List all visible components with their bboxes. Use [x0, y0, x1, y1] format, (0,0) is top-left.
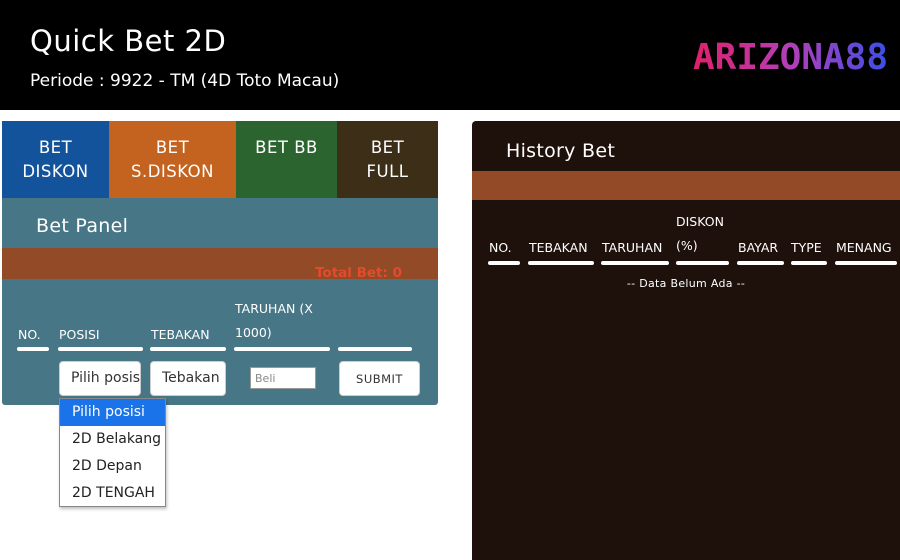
history-col-tebakan: TEBAKAN — [529, 240, 588, 255]
tab-bet-sdiskon[interactable]: BET S.DISKON — [109, 121, 236, 198]
tebakan-input[interactable]: Tebakan — [150, 361, 226, 396]
bet-panel-container: BET DISKON BET S.DISKON BET BB BET FULL … — [2, 121, 438, 405]
history-col-bayar: BAYAR — [738, 240, 779, 255]
column-underline — [58, 347, 143, 351]
tab-label-line2: S.DISKON — [130, 162, 214, 181]
history-col-menang: MENANG — [836, 240, 892, 255]
column-header-no: NO. — [18, 327, 41, 342]
diskon-header-line2: (%) — [676, 238, 698, 253]
history-bar — [472, 171, 900, 200]
column-underline — [234, 347, 330, 351]
column-underline — [835, 261, 897, 265]
column-header-posisi: POSISI — [59, 327, 100, 342]
tab-label-line2: DISKON — [22, 162, 89, 181]
taruhan-header-line2: 1000) — [235, 325, 272, 340]
column-header-tebakan: TEBAKAN — [151, 327, 210, 342]
diskon-header-line1: DISKON — [676, 214, 724, 229]
column-underline — [737, 261, 784, 265]
tab-label-line2: FULL — [366, 162, 409, 181]
column-underline — [338, 347, 412, 351]
dropdown-option-2d-belakang[interactable]: 2D Belakang — [60, 426, 165, 453]
svg-text:ARIZONA88: ARIZONA88 — [693, 38, 888, 74]
taruhan-header-line1: TARUHAN (X — [235, 301, 313, 316]
history-title: History Bet — [506, 140, 616, 162]
beli-input[interactable]: Beli — [250, 367, 316, 389]
dropdown-option-2d-depan[interactable]: 2D Depan — [60, 453, 165, 480]
dropdown-option-2d-tengah[interactable]: 2D TENGAH — [60, 480, 165, 507]
column-underline — [17, 347, 49, 351]
column-underline — [488, 261, 520, 265]
column-underline — [791, 261, 827, 265]
history-col-taruhan: TARUHAN — [602, 240, 663, 255]
periode-label: Periode : 9922 - TM (4D Toto Macau) — [30, 71, 340, 91]
history-bet-panel: History Bet NO. TEBAKAN TARUHAN DISKON (… — [472, 121, 900, 560]
history-empty-message: -- Data Belum Ada -- — [626, 277, 746, 290]
brand-logo[interactable]: ARIZONA88 — [693, 38, 888, 74]
column-underline — [601, 261, 669, 265]
page-header: Quick Bet 2D Periode : 9922 - TM (4D Tot… — [0, 0, 900, 110]
posisi-dropdown-list[interactable]: Pilih posisi 2D Belakang 2D Depan 2D TEN… — [59, 398, 166, 507]
total-bet-label: Total Bet: 0 — [315, 265, 402, 281]
tab-label-line1: BET — [370, 138, 405, 157]
history-col-no: NO. — [489, 240, 512, 255]
tab-bet-full[interactable]: BET FULL — [337, 121, 438, 198]
column-underline — [150, 347, 226, 351]
tab-label-line1: BET — [38, 138, 73, 157]
submit-button[interactable]: SUBMIT — [339, 361, 420, 396]
history-col-diskon: DISKON (%) — [676, 214, 724, 253]
dropdown-option-pilih-posisi[interactable]: Pilih posisi — [60, 399, 165, 426]
tab-bet-diskon[interactable]: BET DISKON — [2, 121, 109, 198]
tab-label-line1: BET — [155, 138, 190, 157]
column-underline — [528, 261, 594, 265]
tab-bet-bb[interactable]: BET BB — [236, 121, 337, 198]
bet-panel-title: Bet Panel — [36, 215, 129, 237]
history-col-type: TYPE — [791, 240, 822, 255]
posisi-select[interactable]: Pilih posisi — [59, 361, 141, 396]
tab-label-line1: BET BB — [255, 138, 318, 157]
page-title: Quick Bet 2D — [30, 24, 227, 58]
column-header-taruhan: TARUHAN (X 1000) — [235, 301, 313, 340]
column-underline — [676, 261, 729, 265]
